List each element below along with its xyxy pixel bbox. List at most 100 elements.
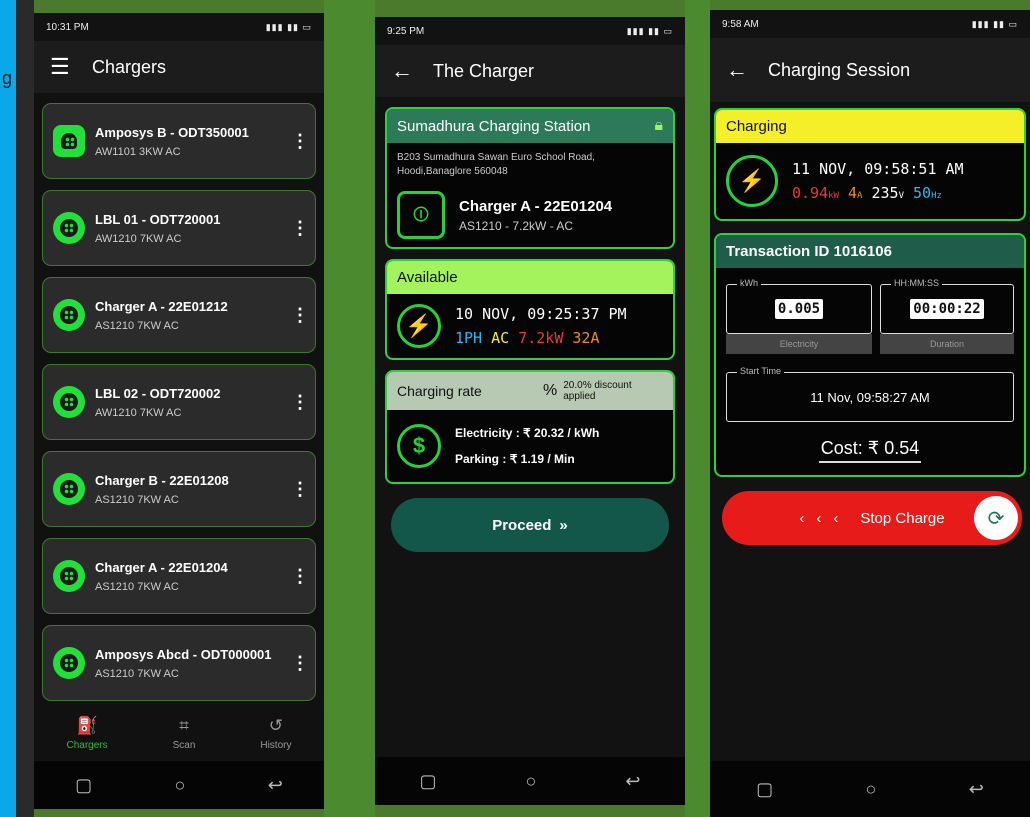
charger-station-icon: ⛽ xyxy=(76,715,98,735)
back-button[interactable]: ↩ xyxy=(969,779,984,800)
nav-scan[interactable]: ⌗ Scan xyxy=(173,716,196,751)
nav-chargers[interactable]: ⛽ Chargers xyxy=(66,716,107,751)
double-chevron-right-icon: » xyxy=(559,516,568,534)
back-button[interactable]: ↩ xyxy=(268,775,283,796)
charger-spec: AS1210 7KW AC xyxy=(95,667,179,680)
meter-readout: 0.94kW 4A 235V 50Hz xyxy=(792,184,964,202)
more-menu-icon[interactable]: ⋮ xyxy=(291,131,309,152)
amps-value: 32A xyxy=(572,329,600,347)
amps-value: 4 xyxy=(848,184,858,202)
session-status: Charging xyxy=(716,110,1024,143)
charging-bolt-icon: ⚡ xyxy=(397,304,441,348)
stop-charge-slider[interactable]: ‹‹‹ Stop Charge ⟳ xyxy=(722,491,1022,545)
transaction-panel: Transaction ID 1016106 kWh 0.005 Electri… xyxy=(714,233,1026,477)
kw-unit: kW xyxy=(828,191,839,201)
home-button[interactable]: ○ xyxy=(526,771,537,792)
background-panel xyxy=(16,0,34,817)
charger-card[interactable]: Charger B - 22E01208 AS1210 7KW AC ⋮ xyxy=(42,451,316,527)
proceed-label: Proceed xyxy=(492,516,552,534)
duration-field: HH:MM:SS 00:00:22 xyxy=(880,278,1014,334)
ac-value: AC xyxy=(491,329,510,347)
home-button[interactable]: ○ xyxy=(175,775,186,796)
more-menu-icon[interactable]: ⋮ xyxy=(291,566,309,587)
parking-unit: / Min xyxy=(547,452,575,466)
electricity-unit: / kWh xyxy=(567,426,600,440)
station-header: Sumadhura Charging Station 🔒︎ xyxy=(387,109,673,143)
charger-name: Charger A - 22E01204 xyxy=(95,559,228,575)
charger-card[interactable]: Amposys Abcd - ODT000001 AS1210 7KW AC ⋮ xyxy=(42,625,316,701)
kwh-field: kWh 0.005 xyxy=(726,278,872,334)
bg-text-fragment: g xyxy=(2,68,13,88)
station-address: B203 Sumadhura Sawan Euro School Road, H… xyxy=(397,152,595,177)
lock-icon: 🔒︎ xyxy=(654,117,663,134)
bottom-navigation: ⛽ Chargers ⌗ Scan ↺ History xyxy=(34,705,324,761)
hz-unit: Hz xyxy=(931,191,942,201)
system-nav-bar: ▢ ○ ↩ xyxy=(34,761,324,809)
qr-scan-icon: ⌗ xyxy=(179,715,189,735)
charger-card[interactable]: Charger A - 22E01212 AS1210 7KW AC ⋮ xyxy=(42,277,316,353)
rate-title: Charging rate xyxy=(397,383,482,399)
more-menu-icon[interactable]: ⋮ xyxy=(291,392,309,413)
charger-name: Amposys Abcd - ODT000001 xyxy=(95,646,272,662)
phase-value: 1PH xyxy=(455,329,483,347)
recents-button[interactable]: ▢ xyxy=(75,775,92,796)
charger-name: Charger A - 22E01212 xyxy=(95,298,228,314)
hamburger-menu-icon[interactable]: ☰ xyxy=(50,54,70,80)
kwh-value: 0.005 xyxy=(774,299,824,319)
electricity-label: Electricity : xyxy=(455,426,520,440)
page-title: The Charger xyxy=(433,60,535,81)
proceed-button[interactable]: Proceed » xyxy=(391,498,669,552)
more-menu-icon[interactable]: ⋮ xyxy=(291,653,309,674)
type2-plug-icon xyxy=(53,299,85,331)
electricity-value: ₹ 20.32 xyxy=(523,426,565,440)
status-time: 9:25 PM xyxy=(387,25,425,37)
volts-unit: V xyxy=(898,191,904,201)
slider-knob-icon[interactable]: ⟳ xyxy=(974,496,1018,540)
status-icons: ▮▮▮ ▮▮ ▭ xyxy=(971,18,1018,29)
more-menu-icon[interactable]: ⋮ xyxy=(291,479,309,500)
recents-button[interactable]: ▢ xyxy=(420,771,437,792)
charger-spec: AS1210 7KW AC xyxy=(95,319,179,332)
charging-sync-icon: ⚡ xyxy=(726,155,778,207)
dollar-icon: $ xyxy=(397,424,441,468)
charger-card[interactable]: Amposys B - ODT350001 AW1101 3KW AC ⋮ xyxy=(42,103,316,179)
more-menu-icon[interactable]: ⋮ xyxy=(291,305,309,326)
back-button[interactable]: ↩ xyxy=(625,771,640,792)
charger-card[interactable]: LBL 01 - ODT720001 AW1210 7KW AC ⋮ xyxy=(42,190,316,266)
phone-chargers-screen: 10:31 PM ▮▮▮ ▮▮ ▭ ☰ Chargers Amposys B -… xyxy=(34,13,324,809)
phone-charger-detail-screen: 9:25 PM ▮▮▮ ▮▮ ▭ ← The Charger Sumadhura… xyxy=(375,17,685,805)
charger-name: LBL 02 - ODT720002 xyxy=(95,385,221,401)
more-menu-icon[interactable]: ⋮ xyxy=(291,218,309,239)
hz-value: 50 xyxy=(913,184,932,202)
history-icon: ↺ xyxy=(268,715,284,735)
nav-scan-label: Scan xyxy=(172,739,196,751)
home-button[interactable]: ○ xyxy=(866,779,877,800)
power-readout: 1PH AC 7.2kW 32A xyxy=(455,329,627,347)
status-bar: 10:31 PM ▮▮▮ ▮▮ ▭ xyxy=(34,13,324,41)
transaction-id: Transaction ID 1016106 xyxy=(716,235,1024,268)
back-arrow-icon[interactable]: ← xyxy=(726,57,748,83)
charger-card[interactable]: LBL 02 - ODT720002 AW1210 7KW AC ⋮ xyxy=(42,364,316,440)
background-strip: g xyxy=(0,0,16,817)
parking-value: ₹ 1.19 xyxy=(509,452,545,466)
divider xyxy=(685,0,710,817)
power-value: 7.2kW xyxy=(518,329,564,347)
charger-spec: AS1210 7KW AC xyxy=(95,580,179,593)
nav-history[interactable]: ↺ History xyxy=(260,716,291,751)
charger-spec: AW1101 3KW AC xyxy=(95,145,181,158)
back-arrow-icon[interactable]: ← xyxy=(391,58,413,84)
charger-card[interactable]: Charger A - 22E01204 AS1210 7KW AC ⋮ xyxy=(42,538,316,614)
discount-icon: % xyxy=(543,382,558,399)
app-bar: ← Charging Session xyxy=(710,38,1030,102)
start-time-value: 11 Nov, 09:58:27 AM xyxy=(810,389,930,405)
recents-button[interactable]: ▢ xyxy=(756,779,773,800)
phone-charging-session-screen: 9:58 AM ▮▮▮ ▮▮ ▭ ← Charging Session Char… xyxy=(710,10,1030,817)
stop-charge-label: Stop Charge xyxy=(860,509,945,527)
charger-list: Amposys B - ODT350001 AW1101 3KW AC ⋮ LBL… xyxy=(34,93,324,703)
parking-label: Parking : xyxy=(455,452,507,466)
charger-spec: AW1210 7KW AC xyxy=(95,406,182,419)
status-datetime: 10 NOV, 09:25:37 PM xyxy=(455,305,627,323)
charger-name: Charger A - 22E01204 xyxy=(459,197,613,215)
rate-header: Charging rate % 20.0% discount applied xyxy=(387,372,673,410)
chevron-left-icons: ‹‹‹ xyxy=(799,509,851,527)
